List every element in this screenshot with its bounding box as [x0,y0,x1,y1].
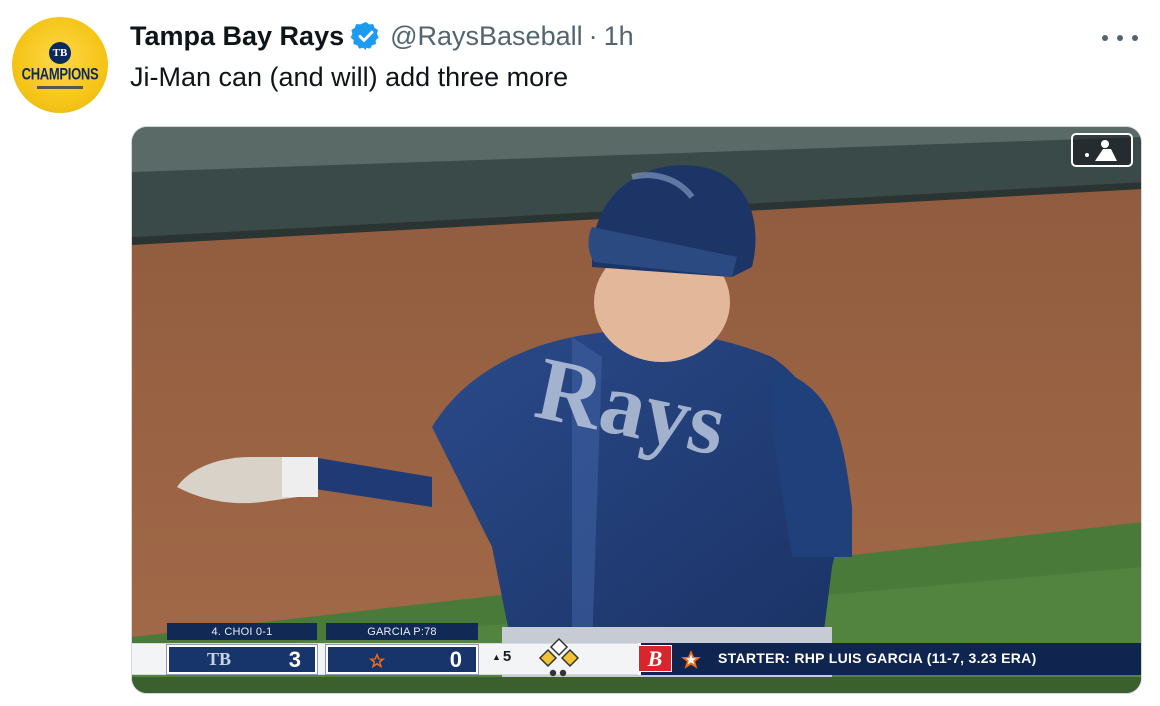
verified-badge-icon [350,20,382,52]
tweet-text: Ji-Man can (and will) add three more [130,62,569,92]
video-player[interactable]: Rays 4. CHOI 0-1 GARCIA P:78 TB 3 0 ▲ 5 … [131,126,1142,694]
avatar-underline [37,85,83,89]
bases-diamond-icon [538,637,580,677]
field-strip [132,677,1141,693]
batter-label: 4. CHOI 0-1 [167,623,317,640]
display-name[interactable]: Tampa Bay Rays [130,21,344,52]
astros-star-icon [368,652,386,669]
rays-team-logo-icon: TB [207,649,232,669]
astros-score-box: 0 [325,644,479,675]
user-handle[interactable]: @RaysBaseball [390,21,583,52]
rays-score-box: TB 3 [166,644,318,675]
inning-indicator: ▲ 5 [492,648,511,665]
more-options-icon[interactable] [1100,26,1140,50]
pitcher-label: GARCIA P:78 [326,623,478,640]
mlb-logo-icon [1071,133,1133,167]
tweet-header: Tampa Bay Rays @RaysBaseball · 1h [130,18,634,54]
tweet: TB CHAMPIONS Tampa Bay Rays @RaysBasebal… [0,0,1160,706]
profile-avatar[interactable]: TB CHAMPIONS [12,17,108,113]
scorebug: 4. CHOI 0-1 GARCIA P:78 TB 3 0 ▲ 5 B STA… [132,623,1141,693]
rays-score: 3 [288,646,301,672]
avatar-champions-text: CHAMPIONS [21,63,99,83]
separator-dot: · [588,20,598,51]
astros-star-icon [681,650,701,669]
top-inning-arrow-icon: ▲ [492,651,501,662]
inning-number: 5 [502,648,512,665]
tweet-timestamp[interactable]: 1h [604,21,634,52]
sponsor-logo-icon: B [638,645,672,672]
video-frame: Rays [132,127,1141,693]
astros-score: 0 [449,646,462,672]
rays-logo-icon: TB [49,41,71,64]
starter-text: STARTER: RHP LUIS GARCIA (11-7, 3.23 ERA… [718,650,1037,666]
